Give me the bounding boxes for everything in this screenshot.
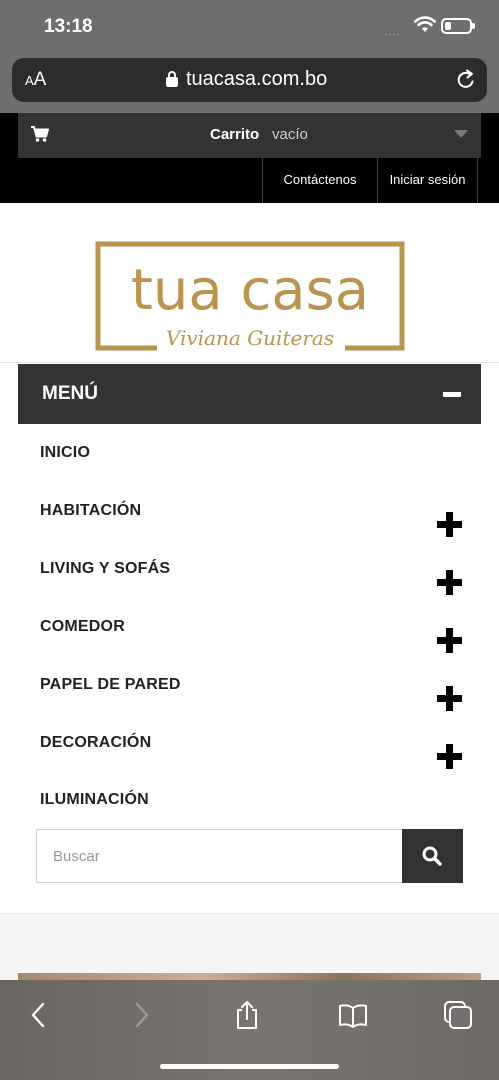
cart-label: Carrito: [210, 126, 260, 143]
book-icon[interactable]: [338, 1000, 368, 1030]
tabs-icon[interactable]: [443, 1000, 473, 1030]
menu-item-label[interactable]: PAPEL DE PARED: [40, 676, 181, 694]
login-link[interactable]: Iniciar sesión: [377, 158, 478, 203]
plus-icon[interactable]: [437, 744, 462, 769]
menu-item-label[interactable]: COMEDOR: [40, 618, 125, 636]
menu-item-inicio[interactable]: INICIO: [18, 424, 481, 482]
battery-icon: [441, 18, 475, 34]
menu-item-papel-de-pared[interactable]: PAPEL DE PARED: [18, 656, 481, 714]
plus-icon[interactable]: [437, 512, 462, 537]
cart-bar[interactable]: Carrito vacío: [18, 113, 481, 158]
caret-down-icon[interactable]: [454, 130, 468, 138]
menu-item-label[interactable]: LIVING Y SOFÁS: [40, 560, 170, 578]
status-time: 13:18: [44, 16, 93, 37]
menu-header[interactable]: MENÚ: [18, 364, 481, 424]
plus-icon[interactable]: [437, 628, 462, 653]
plus-icon[interactable]: [437, 686, 462, 711]
menu-item-label[interactable]: ILUMINACIÓN: [40, 791, 149, 809]
logo-brand-text: tua casa: [131, 258, 369, 323]
menu-item-label[interactable]: HABITACIÓN: [40, 502, 141, 520]
minus-icon[interactable]: [443, 392, 461, 397]
logo-subtitle-text: Viviana Guiteras: [166, 326, 334, 350]
menu-item-label[interactable]: DECORACIÓN: [40, 734, 151, 752]
chevron-left-icon[interactable]: [24, 1000, 54, 1030]
home-indicator: [160, 1064, 339, 1069]
text-size-button[interactable]: AA: [25, 69, 46, 91]
wifi-icon: [414, 16, 436, 32]
menu-item-decoracion[interactable]: DECORACIÓN: [18, 714, 481, 772]
page-footer-band: [0, 913, 499, 980]
battery-level: [445, 22, 451, 30]
cellular-signal-icon: ....: [385, 27, 401, 38]
contact-link[interactable]: Contáctenos: [262, 158, 377, 203]
menu-item-habitacion[interactable]: HABITACIÓN: [18, 482, 481, 540]
search-button[interactable]: [402, 829, 463, 883]
menu-item-iluminacion[interactable]: ILUMINACIÓN: [18, 771, 481, 829]
reload-icon[interactable]: [455, 69, 477, 91]
site-logo[interactable]: tua casa Viviana Guiteras: [95, 241, 405, 351]
ios-status-and-url-area: 13:18 .... AA tuacasa.com.bo: [0, 0, 499, 113]
search-input[interactable]: [36, 829, 403, 883]
share-icon[interactable]: [232, 1000, 262, 1030]
menu-title: MENÚ: [42, 383, 98, 404]
lock-icon: [166, 71, 178, 87]
menu-item-comedor[interactable]: COMEDOR: [18, 598, 481, 656]
url-bar[interactable]: AA tuacasa.com.bo: [12, 58, 487, 102]
cart-status: vacío: [272, 126, 308, 143]
logo-area: tua casa Viviana Guiteras: [0, 203, 499, 363]
menu-item-label[interactable]: INICIO: [40, 444, 90, 462]
cart-icon: [31, 126, 49, 142]
url-text[interactable]: tuacasa.com.bo: [186, 68, 327, 91]
chevron-right-icon[interactable]: [126, 1000, 156, 1030]
menu-item-living-y-sofas[interactable]: LIVING Y SOFÁS: [18, 540, 481, 598]
search-icon: [422, 846, 442, 866]
plus-icon[interactable]: [437, 570, 462, 595]
